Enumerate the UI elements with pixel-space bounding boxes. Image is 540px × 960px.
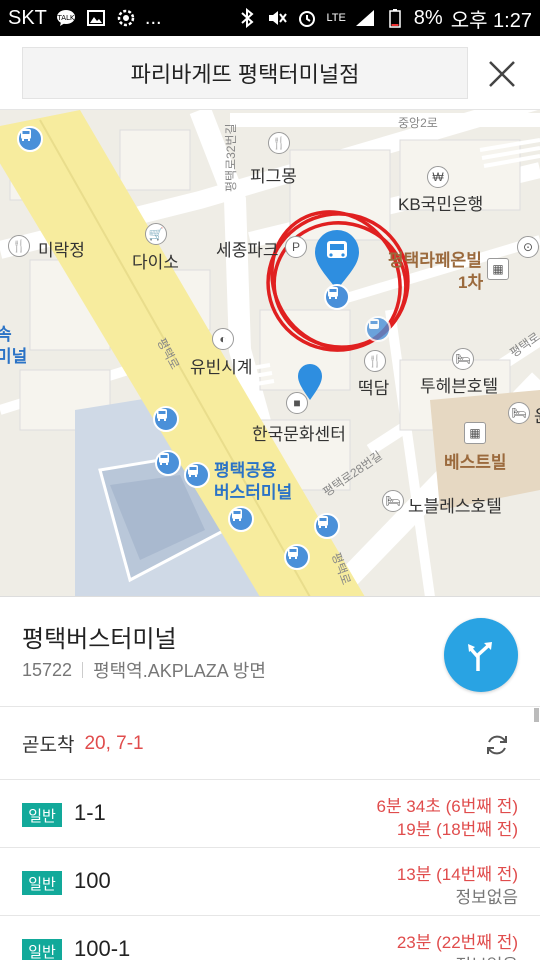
- bus-stop-icon[interactable]: [17, 126, 43, 152]
- arrival-first: 23분 (22번째 전): [396, 933, 518, 952]
- restaurant-icon: 🍴: [364, 350, 386, 372]
- shop-icon: ◐: [212, 328, 234, 350]
- stop-subtitle: 15722 평택역.AKPLAZA 방면: [22, 657, 266, 683]
- road-label-32: 평택로32번길: [224, 123, 238, 192]
- refresh-icon[interactable]: [484, 732, 510, 758]
- battery-level: 8%: [413, 6, 443, 29]
- carrier-label: SKT: [8, 6, 47, 29]
- soon-arriving-label: 곧도착: [22, 735, 75, 756]
- restaurant-icon: 🍴: [8, 235, 30, 257]
- divider: [82, 662, 84, 678]
- parking-icon: P: [285, 236, 307, 258]
- poi-icon: ⊙: [517, 236, 539, 258]
- map-view[interactable]: 중앙2로 평택로32번길 평택로 평택로28번길 평택로 평택로 🍴 피그몽 ₩…: [0, 110, 540, 597]
- bus-route-row[interactable]: 일반 100 13분 (14번째 전) 정보없음: [0, 848, 540, 916]
- building-icon: ▦: [464, 422, 486, 444]
- stop-info-panel: 평택버스터미널 15722 평택역.AKPLAZA 방면: [0, 597, 540, 707]
- poi-pigomong: 피그몽: [250, 167, 297, 186]
- bus-route-row[interactable]: 일반 100-1 23분 (22번째 전) 정보없음: [0, 916, 540, 960]
- talk-icon: TALK: [55, 8, 77, 28]
- directions-icon: [468, 642, 492, 671]
- poi-korea-culture: 한국문화센터: [252, 425, 346, 444]
- poi-public-terminal-2: 버스터미널: [214, 483, 293, 502]
- poi-best-bill: 베스트빌: [444, 453, 507, 472]
- battery-icon: [384, 8, 406, 28]
- mute-icon: [266, 8, 288, 28]
- bus-stop-icon[interactable]: [365, 316, 391, 342]
- building-icon: ▦: [487, 258, 509, 280]
- arrival-first: 6분 34초 (6번째 전): [376, 797, 518, 816]
- hotel-icon: 🛏: [508, 402, 530, 424]
- stop-id: 15722: [22, 659, 73, 680]
- route-type-badge: 일반: [22, 939, 62, 960]
- shopping-cart-icon: 🛒: [145, 223, 167, 245]
- poi-two-heaven-hotel: 투헤븐호텔: [420, 377, 499, 396]
- more-notifications: ...: [144, 6, 162, 29]
- status-bar: SKT TALK ... LTE 8% 오후 1:27: [0, 0, 540, 36]
- arrival-second: 정보없음: [455, 951, 518, 960]
- stop-direction: 평택역.AKPLAZA 방면: [93, 661, 266, 681]
- poi-icon: ■: [286, 392, 308, 414]
- bus-stop-icon[interactable]: [184, 462, 210, 488]
- clock: 오후 1:27: [450, 9, 532, 32]
- poi-noble-hotel: 노블레스호텔: [408, 497, 502, 516]
- poi-tteokdam: 떡담: [358, 379, 390, 398]
- road-label-jungang: 중앙2로: [398, 116, 438, 130]
- arrival-second: 정보없음: [455, 888, 518, 907]
- stop-name: 평택버스터미널: [22, 626, 177, 653]
- svg-text:TALK: TALK: [56, 14, 74, 22]
- bus-stop-icon[interactable]: [314, 513, 340, 539]
- arrival-second: 19분 (18번째 전): [396, 820, 518, 839]
- bus-stop-icon[interactable]: [228, 506, 254, 532]
- route-number: 100-1: [74, 936, 131, 960]
- arrival-first: 13분 (14번째 전): [396, 865, 518, 884]
- close-icon[interactable]: [484, 56, 520, 92]
- search-header: 파리바게뜨 평택터미널점: [0, 36, 540, 110]
- signal-icon: [354, 8, 376, 28]
- route-number: 1-1: [74, 800, 106, 825]
- poi-kb-bank: KB국민은행: [398, 195, 484, 214]
- poi-lapeon-1: 1차: [458, 273, 484, 292]
- route-type-badge: 일반: [22, 803, 62, 827]
- poi-daiso: 다이소: [132, 253, 179, 272]
- hotel-icon: 🛏: [382, 490, 404, 512]
- poi-mirakjeong: 미락정: [38, 241, 85, 260]
- soon-arriving-row: 곧도착 20, 7-1: [0, 708, 540, 780]
- bus-stop-icon-selected[interactable]: [324, 284, 350, 310]
- soon-arriving-buses: 20, 7-1: [84, 732, 144, 754]
- poi-terminal-partial: 미널: [0, 347, 28, 366]
- gallery-icon: [85, 8, 107, 28]
- search-query: 파리바게뜨 평택터미널점: [130, 62, 360, 87]
- search-input[interactable]: 파리바게뜨 평택터미널점: [22, 47, 468, 99]
- route-type-badge: 일반: [22, 871, 62, 895]
- network-type: LTE: [326, 11, 346, 24]
- directions-button[interactable]: [444, 618, 518, 692]
- alarm-icon: [296, 8, 318, 28]
- poi-yubin-watch: 유빈시계: [190, 358, 253, 377]
- bluetooth-icon: [236, 8, 258, 28]
- poi-edge-partial: 윤: [534, 402, 540, 427]
- hotel-icon: 🛏: [452, 348, 474, 370]
- bank-icon: ₩: [427, 166, 449, 188]
- restaurant-icon: 🍴: [268, 132, 290, 154]
- settings-icon: [115, 8, 137, 28]
- bus-stop-icon[interactable]: [155, 450, 181, 476]
- poi-sejong-park: 세종파크: [216, 241, 279, 260]
- bus-route-row[interactable]: 일반 1-1 6분 34초 (6번째 전) 19분 (18번째 전): [0, 780, 540, 848]
- bus-stop-icon[interactable]: [153, 406, 179, 432]
- bus-stop-icon[interactable]: [284, 544, 310, 570]
- route-number: 100: [74, 868, 111, 893]
